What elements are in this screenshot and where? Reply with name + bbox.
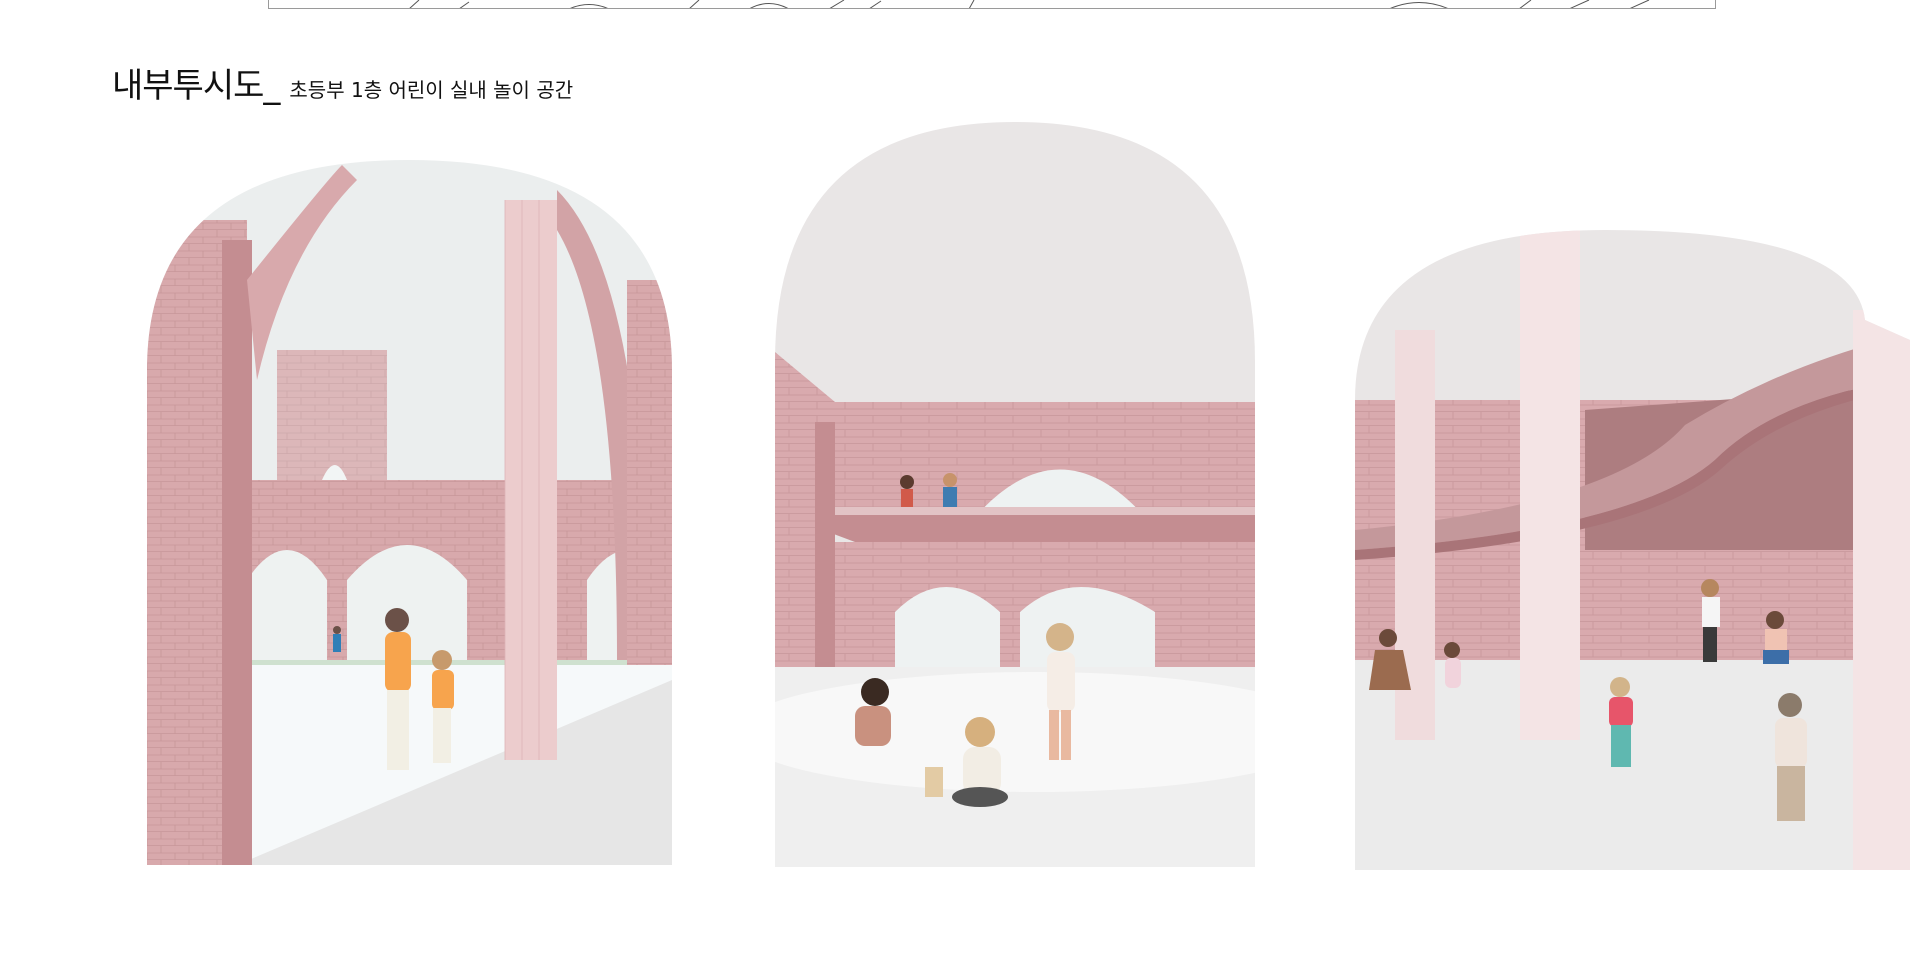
perspective-center xyxy=(775,122,1255,867)
floor xyxy=(1355,660,1910,870)
pillar-right xyxy=(1853,310,1910,870)
heading-subtitle: 초등부 1층 어린이 실내 놀이 공간 xyxy=(289,78,574,102)
perspective-left xyxy=(147,160,672,865)
previous-drawing-strip xyxy=(268,0,1716,9)
center-pillar xyxy=(505,200,557,760)
perspective-right xyxy=(1355,230,1910,870)
page-heading: 내부투시도_ 초등부 1층 어린이 실내 놀이 공간 xyxy=(112,58,573,107)
pillar-center xyxy=(1520,230,1580,740)
heading-title: 내부투시도_ xyxy=(112,66,280,106)
mezzanine-slab xyxy=(775,512,1255,542)
